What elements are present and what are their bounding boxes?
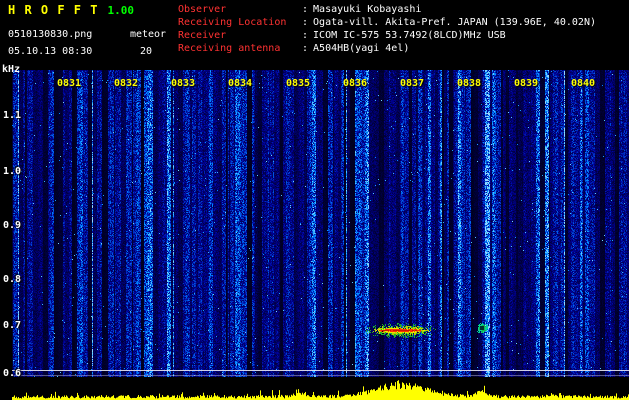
app-logo: H R O F F T bbox=[8, 3, 99, 17]
freq-unit-label: kHz bbox=[2, 64, 21, 75]
receiver-label: Receiver bbox=[178, 30, 227, 41]
colon-separator: : bbox=[302, 17, 309, 28]
antenna-value: A504HB(yagi 4el) bbox=[313, 43, 410, 54]
time-label-0836: 0836 bbox=[343, 78, 368, 89]
observation-datetime: 05.10.13 08:30 bbox=[8, 46, 93, 57]
antenna-label: Receiving antenna bbox=[178, 43, 281, 54]
freq-label-0-9: 0.9 bbox=[3, 220, 22, 231]
freq-label-0-6: 0.6 bbox=[3, 368, 22, 379]
time-label-0838: 0838 bbox=[457, 78, 482, 89]
freq-label-1-1: 1.1 bbox=[3, 110, 22, 121]
echo-count: 20 bbox=[139, 46, 152, 57]
time-label-0832: 0832 bbox=[114, 78, 139, 89]
spectrogram-canvas bbox=[12, 70, 629, 377]
freq-label-1-0: 1.0 bbox=[3, 166, 22, 177]
info-row-observer: Observer: Masayuki Kobayashi bbox=[178, 3, 596, 16]
colon-separator: : bbox=[302, 4, 309, 15]
hrofft-screenshot: H R O F F T 1.00 0510130830.png meteor 0… bbox=[0, 0, 629, 400]
freq-label-0-7: 0.7 bbox=[3, 320, 22, 331]
info-row-location: Receiving Location: Ogata-vill. Akita-Pre… bbox=[178, 16, 596, 29]
header: H R O F F T 1.00 0510130830.png meteor 0… bbox=[0, 0, 629, 62]
colon-separator: : bbox=[302, 30, 309, 41]
time-row: 05.10.13 08:30 20 bbox=[8, 39, 166, 57]
time-label-0835: 0835 bbox=[286, 78, 311, 89]
observation-info: Observer: Masayuki Kobayashi Receiving Lo… bbox=[178, 3, 596, 55]
observer-value: Masayuki Kobayashi bbox=[313, 4, 422, 15]
time-label-0837: 0837 bbox=[400, 78, 425, 89]
time-label-0834: 0834 bbox=[228, 78, 253, 89]
freq-label-0-8: 0.8 bbox=[3, 274, 22, 285]
header-left: H R O F F T 1.00 0510130830.png meteor 0… bbox=[8, 3, 166, 57]
file-row: 0510130830.png meteor bbox=[8, 22, 166, 40]
info-row-antenna: Receiving antenna: A504HB(yagi 4el) bbox=[178, 42, 596, 55]
receiver-value: ICOM IC-575 53.7492(8LCD)MHz USB bbox=[313, 30, 506, 41]
time-label-0831: 0831 bbox=[57, 78, 82, 89]
location-value: Ogata-vill. Akita-Pref. JAPAN (139.96E, … bbox=[313, 17, 596, 28]
amplitude-strip-canvas bbox=[12, 378, 629, 400]
observer-label: Observer bbox=[178, 4, 227, 15]
time-label-0839: 0839 bbox=[514, 78, 539, 89]
info-row-receiver: Receiver: ICOM IC-575 53.7492(8LCD)MHz US… bbox=[178, 29, 596, 42]
time-label-0833: 0833 bbox=[171, 78, 196, 89]
location-label: Receiving Location bbox=[178, 17, 287, 28]
colon-separator: : bbox=[302, 43, 309, 54]
app-version: 1.00 bbox=[107, 4, 134, 17]
time-label-0840: 0840 bbox=[571, 78, 596, 89]
logo-row: H R O F F T 1.00 bbox=[8, 3, 166, 18]
